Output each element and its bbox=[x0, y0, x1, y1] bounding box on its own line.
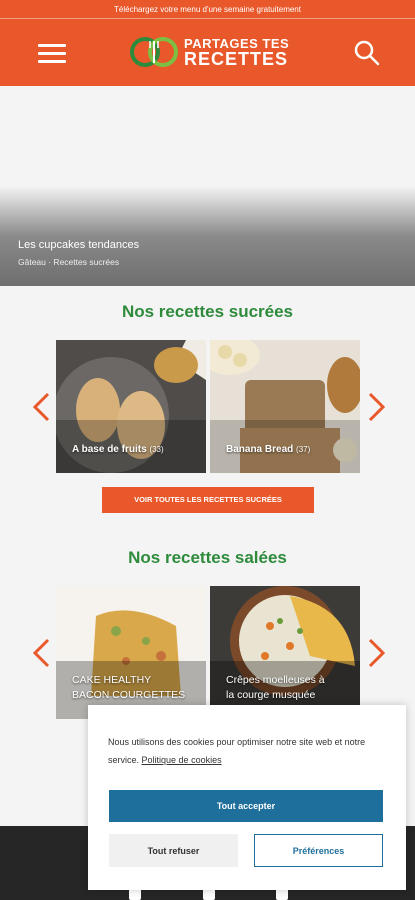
cookie-banner: Nous utilisons des cookies pour optimise… bbox=[88, 705, 406, 890]
hero-title[interactable]: Les cupcakes tendances bbox=[18, 239, 139, 251]
promo-bar[interactable]: Téléchargez votre menu d'une semaine gra… bbox=[0, 0, 415, 19]
savory-section-title: Nos recettes salées bbox=[128, 548, 287, 567]
chevron-left-icon[interactable] bbox=[30, 638, 52, 668]
cookie-policy-link[interactable]: Politique de cookies bbox=[142, 755, 222, 765]
hero-banner[interactable]: Les cupcakes tendances Gâteau · Recettes… bbox=[0, 86, 415, 286]
card-label-line2: la courge musquée bbox=[226, 689, 316, 701]
recipe-card[interactable]: A base de fruits (33) bbox=[56, 340, 206, 473]
chevron-right-icon[interactable] bbox=[366, 392, 388, 422]
logo-line2: RECETTES bbox=[184, 48, 289, 69]
card-label-line2: BACON COURGETTES bbox=[72, 689, 186, 701]
recipe-card[interactable]: Banana Bread (37) bbox=[210, 340, 360, 473]
logo-line1: PARTAGES TES bbox=[184, 35, 290, 51]
accept-all-button[interactable]: Tout accepter bbox=[109, 790, 383, 822]
search-icon[interactable] bbox=[353, 39, 381, 67]
card-label: Banana Bread bbox=[226, 444, 294, 455]
chevron-right-icon[interactable] bbox=[366, 638, 388, 668]
card-label: A base de fruits bbox=[72, 444, 147, 455]
logo-mark-icon bbox=[130, 37, 178, 67]
refuse-all-button[interactable]: Tout refuser bbox=[109, 834, 238, 867]
view-all-sweet-button[interactable]: VOIR TOUTES LES RECETTES SUCRÉES bbox=[102, 487, 314, 513]
chevron-left-icon[interactable] bbox=[30, 392, 52, 422]
site-logo[interactable]: PARTAGES TES RECETTES bbox=[128, 35, 289, 69]
card-label-line1: CAKE HEALTHY bbox=[72, 674, 152, 686]
card-count: (33) bbox=[149, 445, 164, 454]
hero-tags: Gâteau · Recettes sucrées bbox=[18, 257, 120, 267]
preferences-button[interactable]: Préférences bbox=[254, 834, 383, 867]
card-label-line1: Crêpes moelleuses à bbox=[226, 674, 325, 686]
site-header: PARTAGES TES RECETTES bbox=[0, 19, 415, 86]
promo-text[interactable]: Téléchargez votre menu d'une semaine gra… bbox=[114, 5, 301, 14]
recipe-card[interactable]: Crêpes moelleuses à la courge musquée bbox=[210, 586, 360, 719]
hamburger-icon[interactable] bbox=[38, 44, 66, 64]
sweet-section-title: Nos recettes sucrées bbox=[121, 302, 294, 321]
card-count: (37) bbox=[296, 445, 311, 454]
recipe-card[interactable]: CAKE HEALTHY BACON COURGETTES bbox=[56, 586, 206, 719]
